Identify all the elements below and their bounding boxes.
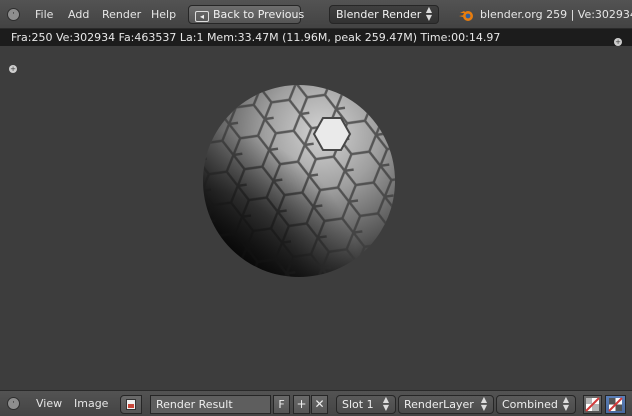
- back-to-previous-label: Back to Previous: [213, 8, 305, 21]
- render-layer-value: RenderLayer: [404, 398, 474, 411]
- updown-arrows-icon: ▲ ▼: [480, 395, 487, 412]
- fake-user-button[interactable]: F: [273, 395, 290, 414]
- slot-dropdown[interactable]: Slot 1 ▲ ▼: [336, 395, 396, 414]
- updown-arrows-icon: ▲ ▼: [562, 395, 569, 412]
- render-engine-value: Blender Render: [336, 8, 422, 21]
- hexagon-sphere-render: [203, 85, 395, 277]
- version-info: blender.org 259 | Ve:302934: [480, 8, 632, 21]
- image-viewport[interactable]: Fra:250 Ve:302934 Fa:463537 La:1 Mem:33.…: [0, 29, 632, 390]
- color-alpha-icon[interactable]: [583, 395, 602, 414]
- close-icon[interactable]: ✕: [311, 395, 328, 414]
- screen-back-icon: ◂: [195, 11, 209, 22]
- render-layer-dropdown[interactable]: RenderLayer ▲ ▼: [398, 395, 494, 414]
- editor-type-icon[interactable]: ·: [7, 397, 20, 410]
- blender-logo-icon: [459, 11, 473, 21]
- editor-type-icon[interactable]: ·: [7, 8, 20, 21]
- image-editor-header: · View Image Render Result F + ✕ Slot 1 …: [0, 390, 632, 416]
- menu-add[interactable]: Add: [68, 0, 89, 29]
- updown-arrows-icon: ▲ ▼: [425, 5, 432, 22]
- fake-user-label: F: [278, 398, 285, 411]
- menu-render[interactable]: Render: [102, 0, 141, 29]
- render-pass-dropdown[interactable]: Combined ▲ ▼: [496, 395, 576, 414]
- menu-help[interactable]: Help: [151, 0, 176, 29]
- region-expand-icon[interactable]: +: [614, 38, 622, 46]
- menu-file[interactable]: File: [35, 0, 53, 29]
- menu-view[interactable]: View: [36, 391, 62, 416]
- plus-icon[interactable]: +: [293, 395, 310, 414]
- image-browse-icon[interactable]: [120, 395, 142, 414]
- image-name-value: Render Result: [156, 398, 233, 411]
- checker-alpha-icon[interactable]: [605, 395, 626, 414]
- menu-image[interactable]: Image: [74, 391, 108, 416]
- updown-arrows-icon: ▲ ▼: [382, 395, 389, 412]
- back-to-previous-button[interactable]: ◂ Back to Previous: [188, 5, 305, 24]
- image-name-field[interactable]: Render Result: [150, 395, 271, 414]
- render-engine-dropdown[interactable]: Blender Render ▲ ▼: [329, 5, 439, 24]
- sphere-shadow: [203, 118, 360, 277]
- render-stats: Fra:250 Ve:302934 Fa:463537 La:1 Mem:33.…: [0, 29, 632, 46]
- render-pass-value: Combined: [502, 398, 558, 411]
- info-header: · File Add Render Help ◂ Back to Previous…: [0, 0, 632, 29]
- slot-value: Slot 1: [342, 398, 374, 411]
